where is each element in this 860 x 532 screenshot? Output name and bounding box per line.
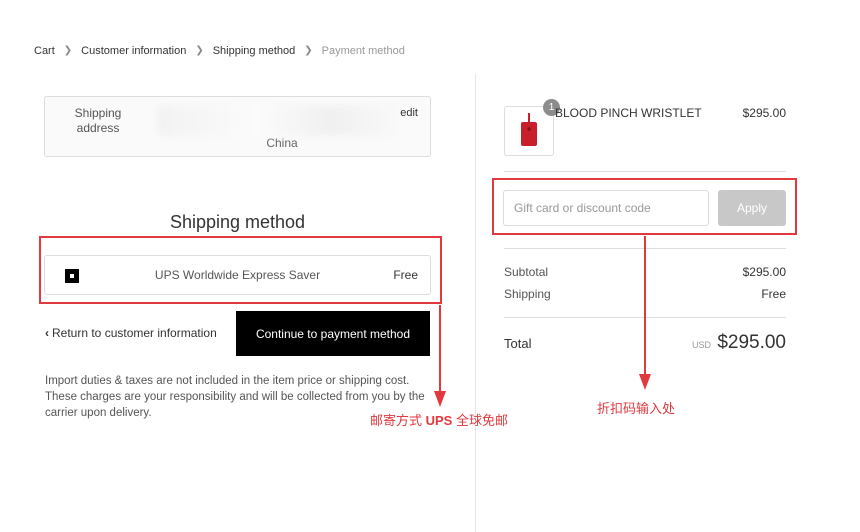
shipping-option-price: Free xyxy=(393,268,418,282)
chevron-right-icon: ❯ xyxy=(63,45,73,56)
redacted-address xyxy=(157,106,407,136)
shipping-address-label: Shipping address xyxy=(74,106,122,135)
annotation-shipping-note: 邮寄方式 UPS 全球免邮 xyxy=(370,413,508,428)
breadcrumb-customer-information[interactable]: Customer information xyxy=(81,45,186,57)
chevron-right-icon: ❯ xyxy=(304,45,313,56)
breadcrumb-shipping-method: Shipping method xyxy=(212,45,296,57)
discount-code-input[interactable] xyxy=(503,190,709,226)
apply-discount-button[interactable]: Apply xyxy=(718,190,786,226)
breadcrumb-cart[interactable]: Cart xyxy=(34,45,55,57)
product-name: BLOOD PINCH WRISTLET xyxy=(555,106,702,120)
chevron-left-icon: ‹ xyxy=(45,326,49,340)
chevron-right-icon: ❯ xyxy=(195,45,204,56)
breadcrumb: Cart ❯ Customer information ❯ Shipping m… xyxy=(34,45,405,57)
total-label: Total xyxy=(504,336,532,351)
breadcrumb-payment-method: Payment method xyxy=(321,45,405,57)
shipping-value: Free xyxy=(761,287,786,301)
address-country: China xyxy=(266,136,298,150)
shipping-label: Shipping xyxy=(504,287,551,301)
divider xyxy=(504,171,786,172)
product-price: $295.00 xyxy=(742,106,786,120)
shipping-option-name: UPS Worldwide Express Saver xyxy=(154,268,321,282)
return-link-label: Return to customer information xyxy=(52,326,217,340)
shipping-address-box: Shipping address China edit xyxy=(44,96,431,157)
annotation-arrow-down-icon xyxy=(639,236,651,390)
continue-to-payment-button[interactable]: Continue to payment method xyxy=(236,311,430,356)
shipping-option-ups[interactable]: UPS Worldwide Express Saver Free xyxy=(44,255,431,295)
subtotal-value: $295.00 xyxy=(742,265,786,279)
return-to-customer-information-link[interactable]: ‹ Return to customer information xyxy=(45,326,217,340)
shipping-address-value: China xyxy=(157,106,407,151)
subtotal-label: Subtotal xyxy=(504,265,549,279)
annotation-arrow-down-icon xyxy=(434,305,446,407)
edit-address-link[interactable]: edit xyxy=(400,107,418,119)
column-divider xyxy=(475,74,476,532)
annotation-discount-note: 折扣码输入处 xyxy=(597,401,676,416)
total-value: $295.00 xyxy=(717,332,786,353)
total-currency: USD xyxy=(692,340,712,350)
radio-selected-icon[interactable] xyxy=(65,269,79,283)
shipping-method-title: Shipping method xyxy=(169,212,306,232)
